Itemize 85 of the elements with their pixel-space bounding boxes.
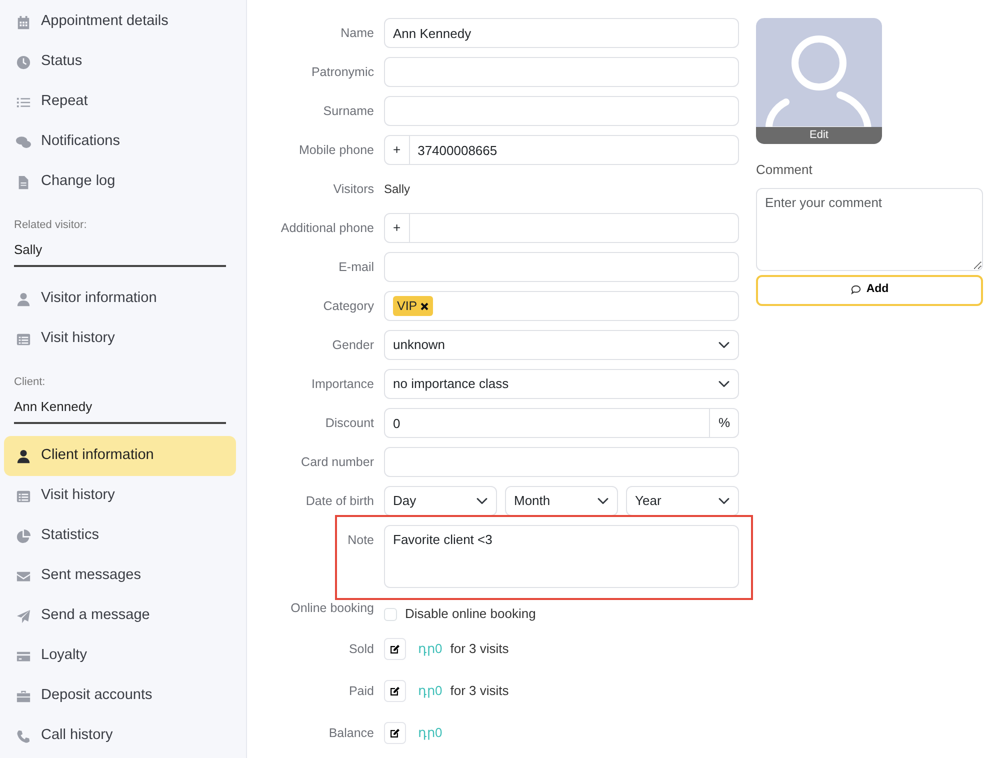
date-select[interactable]: Day bbox=[384, 486, 497, 516]
field-label: Name bbox=[340, 25, 374, 42]
sidebar-item[interactable]: Send a message bbox=[4, 596, 236, 636]
discount-field[interactable]: 0 bbox=[384, 408, 710, 438]
checkbox[interactable] bbox=[384, 608, 397, 620]
field-label: Category bbox=[322, 298, 374, 315]
person-field[interactable]: Ann Kennedy bbox=[14, 396, 226, 424]
text-field[interactable] bbox=[384, 57, 739, 87]
edit-icon bbox=[389, 727, 401, 739]
table-icon bbox=[16, 332, 31, 346]
pie-chart-icon bbox=[16, 528, 31, 544]
edit-button[interactable] bbox=[384, 638, 406, 660]
sidebar-item[interactable]: Appointment details bbox=[4, 2, 236, 42]
section-label: Related visitor: bbox=[13, 218, 88, 233]
chat-icon bbox=[850, 284, 862, 296]
sidebar-item[interactable]: Visit history bbox=[4, 319, 236, 359]
sidebar-item[interactable]: Sent messages bbox=[4, 556, 236, 596]
field-label: Balance bbox=[328, 725, 374, 742]
field-label: E-mail bbox=[338, 259, 374, 276]
field-label: Date of birth bbox=[304, 493, 374, 510]
sidebar-item[interactable]: Statistics bbox=[4, 516, 236, 556]
edit-button[interactable] bbox=[384, 722, 406, 744]
field-label: Patronymic bbox=[310, 64, 374, 81]
remove-icon[interactable] bbox=[420, 302, 430, 310]
sidebar-item[interactable]: Notifications bbox=[4, 122, 236, 162]
sidebar-item[interactable]: Deposit accounts bbox=[4, 676, 236, 716]
user-icon bbox=[16, 292, 31, 306]
field-label: Mobile phone bbox=[298, 142, 374, 159]
checkbox-label: Disable online booking bbox=[405, 605, 536, 624]
field-label: Note bbox=[346, 532, 374, 549]
unit-addon: % bbox=[709, 408, 739, 438]
field-label: Additional phone bbox=[280, 220, 374, 237]
calendar-icon bbox=[16, 14, 31, 30]
user-icon bbox=[16, 448, 31, 464]
comment-label: Comment bbox=[756, 161, 814, 179]
field-label: Discount bbox=[324, 415, 374, 432]
note-field[interactable]: Favorite client <3 bbox=[384, 525, 739, 588]
sidebar-item[interactable]: Visit history bbox=[4, 476, 236, 516]
sidebar-item[interactable]: Call history bbox=[4, 716, 236, 756]
field-label: Gender bbox=[331, 337, 374, 354]
field-value: Sally bbox=[384, 181, 412, 198]
section-label: Client: bbox=[13, 375, 46, 390]
field-label: Visitors bbox=[332, 181, 374, 198]
edit-icon bbox=[389, 643, 401, 655]
dropdown-select[interactable]: no importance class bbox=[384, 369, 739, 399]
sidebar-item[interactable]: Status bbox=[4, 42, 236, 82]
text-field[interactable]: Ann Kennedy bbox=[384, 18, 739, 48]
phone-prefix: + bbox=[384, 135, 410, 165]
field-label: Card number bbox=[300, 454, 374, 471]
chat-icon bbox=[16, 134, 31, 150]
dropdown-select[interactable]: unknown bbox=[384, 330, 739, 360]
date-select[interactable]: Year bbox=[626, 486, 739, 516]
date-select[interactable]: Month bbox=[505, 486, 618, 516]
document-icon bbox=[16, 174, 31, 190]
edit-icon bbox=[389, 685, 401, 697]
phone-field[interactable] bbox=[408, 213, 739, 243]
table-icon bbox=[16, 488, 31, 504]
sidebar-item[interactable]: Change log bbox=[4, 162, 236, 202]
phone-prefix: + bbox=[384, 213, 410, 243]
text-field[interactable] bbox=[384, 252, 739, 282]
edit-photo-button[interactable]: Edit bbox=[756, 127, 882, 144]
phone-icon bbox=[16, 728, 31, 744]
text-field[interactable] bbox=[384, 96, 739, 126]
person-field[interactable]: Sally bbox=[14, 240, 226, 267]
field-label: Surname bbox=[322, 103, 374, 120]
tag-field[interactable]: VIP bbox=[384, 291, 739, 321]
edit-button[interactable] bbox=[384, 680, 406, 702]
comment-field[interactable]: Enter your comment bbox=[756, 188, 983, 270]
sidebar-item[interactable]: Loyalty bbox=[4, 636, 236, 676]
field-label: Online booking bbox=[290, 602, 374, 617]
text-field[interactable] bbox=[384, 447, 739, 477]
paper-plane-icon bbox=[16, 608, 31, 624]
visits-text: for 3 visits bbox=[450, 640, 509, 658]
clock-icon bbox=[16, 54, 31, 70]
sidebar-item[interactable]: Client information bbox=[4, 436, 236, 476]
field-label: Sold bbox=[348, 641, 374, 658]
phone-field[interactable]: 37400008665 bbox=[408, 135, 739, 165]
field-label: Paid bbox=[348, 683, 374, 700]
sidebar-item[interactable]: Visitor information bbox=[4, 279, 236, 319]
briefcase-icon bbox=[16, 688, 31, 704]
field-label: Importance bbox=[310, 376, 374, 393]
sidebar-item[interactable]: Repeat bbox=[4, 82, 236, 122]
visits-text: for 3 visits bbox=[450, 682, 509, 700]
tag-label: VIP bbox=[397, 298, 418, 315]
add-button[interactable]: Add bbox=[756, 274, 983, 306]
